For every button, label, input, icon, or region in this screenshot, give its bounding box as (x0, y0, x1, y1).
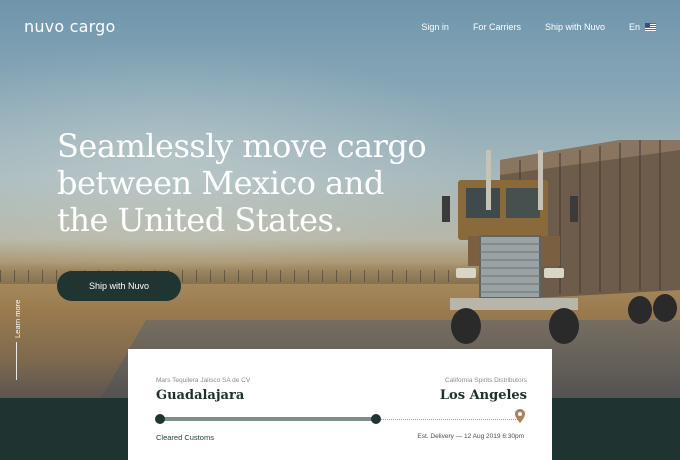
origin-city: Guadalajara (156, 388, 245, 403)
learn-more-line (16, 342, 17, 380)
hero-headline: Seamlessly move cargo between Mexico and… (57, 127, 427, 239)
shipment-status: Cleared Customs (156, 433, 214, 442)
origin-company: Mars Tequilera Jalisco SA de CV (156, 377, 251, 384)
for-carriers-link[interactable]: For Carriers (473, 22, 521, 32)
current-position-dot (371, 414, 381, 424)
nuvo-cargo-logo[interactable]: nuvo cargo (24, 17, 115, 36)
language-selector[interactable]: En (629, 22, 656, 32)
us-flag-icon (645, 23, 656, 31)
location-pin-icon (515, 409, 525, 423)
origin-dot (155, 414, 165, 424)
progress-fill (160, 417, 376, 421)
top-nav: Sign in For Carriers Ship with Nuvo En (421, 22, 656, 32)
language-label: En (628, 22, 640, 32)
destination-company: California Spirits Distributors (445, 377, 527, 384)
destination-city: Los Angeles (439, 388, 527, 403)
ship-with-nuvo-link[interactable]: Ship with Nuvo (545, 22, 605, 32)
shipment-progress-track (155, 414, 520, 424)
shipment-tracking-card[interactable]: Mars Tequilera Jalisco SA de CV Californ… (128, 349, 552, 460)
sign-in-link[interactable]: Sign in (421, 22, 449, 32)
learn-more-label: Learn more (13, 299, 22, 338)
ship-with-nuvo-button[interactable]: Ship with Nuvo (57, 271, 181, 301)
learn-more-link[interactable]: Learn more (8, 290, 28, 342)
estimated-delivery: Est. Delivery — 12 Aug 2019 6:30pm (417, 433, 524, 440)
progress-remaining (376, 418, 520, 420)
truck-image (442, 140, 680, 344)
